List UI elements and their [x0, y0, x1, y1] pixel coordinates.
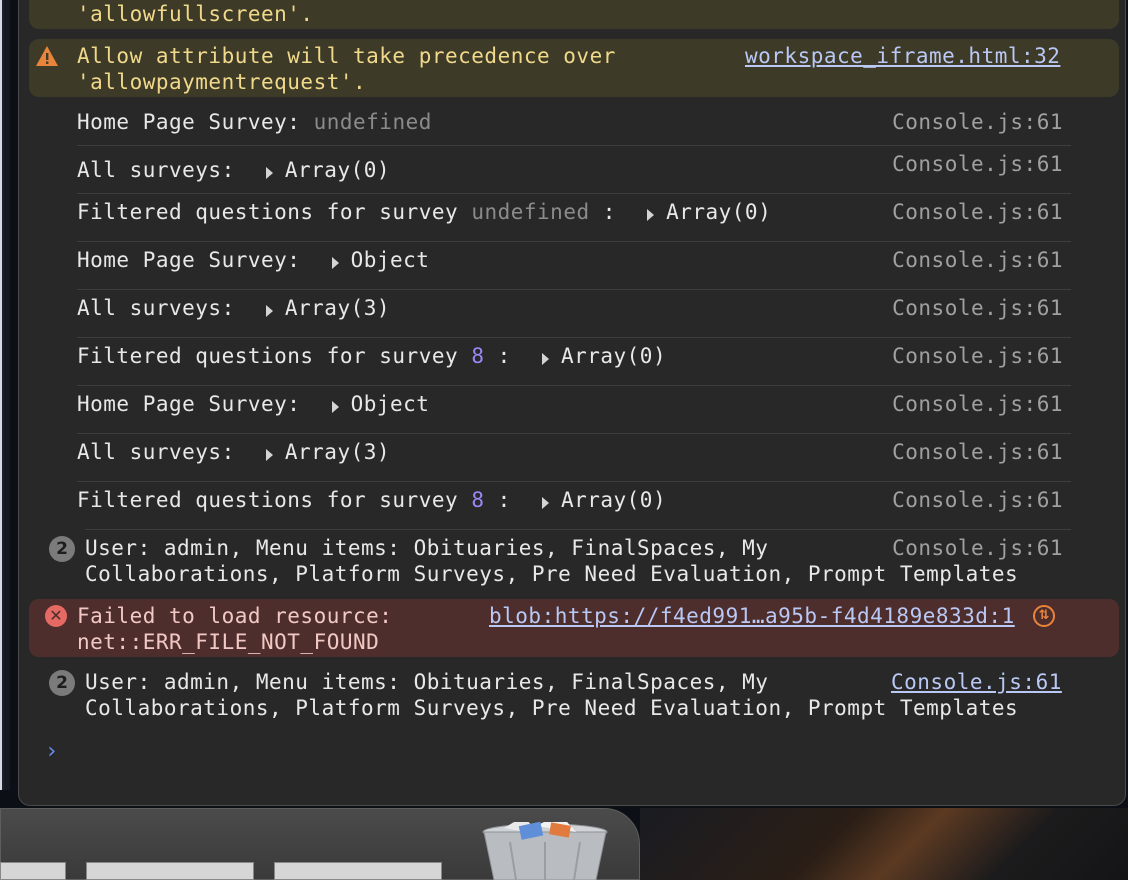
console-panel: 'allowfullscreen'. Allow attribute will …	[18, 0, 1126, 806]
error-line-1: Failed to load resource:	[77, 604, 393, 628]
expand-triangle-icon	[331, 401, 339, 413]
expand-triangle-icon	[265, 449, 273, 461]
expandable-value[interactable]: Array(3)	[265, 295, 390, 321]
log-source[interactable]: Console.js:61	[892, 535, 1063, 561]
log-divider	[77, 241, 1071, 242]
dock-window-thumbnail[interactable]	[0, 862, 66, 880]
repeat-count-badge: 2	[49, 536, 75, 562]
log-label: Filtered questions for survey	[77, 488, 459, 512]
grouped-log-line-2: Collaborations, Platform Surveys, Pre Ne…	[85, 696, 1019, 720]
expand-triangle-icon	[541, 353, 549, 365]
error-line-2: net::ERR_FILE_NOT_FOUND	[77, 630, 380, 654]
log-source[interactable]: Console.js:61	[892, 109, 1063, 135]
log-suffix: :	[602, 200, 616, 224]
log-source[interactable]: Console.js:61	[892, 391, 1063, 417]
expand-triangle-icon	[647, 209, 655, 221]
expandable-value[interactable]: Object	[331, 247, 430, 273]
expand-triangle-icon	[265, 305, 273, 317]
log-row: All surveys: Array(3) Console.js:61	[77, 295, 1071, 321]
log-source[interactable]: Console.js:61	[892, 247, 1063, 273]
left-window-edge	[0, 0, 10, 790]
log-divider	[77, 481, 1071, 482]
error-icon: ✕	[45, 605, 67, 627]
warning-icon	[36, 46, 58, 66]
log-divider	[85, 529, 1071, 530]
log-label: Home Page Survey:	[77, 392, 301, 416]
log-divider	[77, 385, 1071, 386]
expandable-value[interactable]: Array(0)	[265, 157, 390, 183]
log-label: All surveys:	[77, 158, 235, 182]
log-source-link[interactable]: Console.js:61	[891, 669, 1062, 695]
upload-icon[interactable]: ⇅	[1033, 605, 1055, 627]
grouped-log-line-2: Collaborations, Platform Surveys, Pre Ne…	[85, 562, 1019, 586]
log-number-value: 8	[471, 344, 485, 368]
left-window-highlight	[0, 0, 2, 790]
log-row: Home Page Survey: Object Console.js:61	[77, 391, 1071, 417]
log-divider	[77, 145, 1071, 146]
expandable-value[interactable]: Array(0)	[541, 343, 666, 369]
warning-line-2: 'allowpaymentrequest'.	[77, 70, 367, 94]
log-label: Home Page Survey:	[77, 248, 301, 272]
log-row: All surveys: Array(0) Console.js:61	[77, 151, 1071, 183]
prompt-chevron-icon[interactable]: ›	[45, 739, 58, 764]
log-row: Home Page Survey: undefined Console.js:6…	[77, 109, 1071, 135]
grouped-log-line-1: User: admin, Menu items: Obituaries, Fin…	[85, 536, 769, 560]
log-divider	[77, 289, 1071, 290]
trash-icon[interactable]	[480, 822, 610, 880]
log-row: Filtered questions for survey undefined …	[77, 199, 1071, 225]
log-divider	[77, 337, 1071, 338]
log-label: Home Page Survey:	[77, 110, 301, 134]
repeat-count-badge: 2	[49, 670, 75, 696]
grouped-log-line-1: User: admin, Menu items: Obituaries, Fin…	[85, 670, 769, 694]
log-muted-value: undefined	[471, 200, 590, 224]
error-source-link[interactable]: blob:https://f4ed991…a95b-f4d4189e833d:1	[489, 603, 1015, 629]
log-suffix: :	[497, 488, 511, 512]
log-row: All surveys: Array(3) Console.js:61	[77, 439, 1071, 465]
dock-window-thumbnail[interactable]	[274, 862, 442, 880]
log-row: Filtered questions for survey 8 : Array(…	[77, 343, 1071, 369]
expandable-value[interactable]: Array(3)	[265, 439, 390, 465]
log-row: Filtered questions for survey 8 : Array(…	[77, 487, 1071, 513]
log-number-value: 8	[471, 488, 485, 512]
log-label: Filtered questions for survey	[77, 344, 459, 368]
log-label: All surveys:	[77, 296, 235, 320]
expandable-value[interactable]: Array(0)	[647, 199, 771, 225]
expandable-value[interactable]: Object	[331, 391, 430, 417]
log-muted-value: undefined	[313, 110, 432, 134]
log-divider	[77, 193, 1071, 194]
log-source[interactable]: Console.js:61	[892, 295, 1063, 321]
log-label: All surveys:	[77, 440, 235, 464]
expand-triangle-icon	[331, 257, 339, 269]
warning-line-1: Allow attribute will take precedence ove…	[77, 44, 616, 68]
warning-partial-text: 'allowfullscreen'.	[77, 2, 314, 26]
log-source[interactable]: Console.js:61	[892, 439, 1063, 465]
log-source[interactable]: Console.js:61	[892, 199, 1063, 225]
log-row: Home Page Survey: Object Console.js:61	[77, 247, 1071, 273]
expandable-value[interactable]: Array(0)	[541, 487, 666, 513]
expand-triangle-icon	[265, 167, 273, 179]
dock-window-thumbnail[interactable]	[86, 862, 254, 880]
log-source[interactable]: Console.js:61	[892, 487, 1063, 513]
warning-source-link[interactable]: workspace_iframe.html:32	[745, 43, 1060, 69]
log-suffix: :	[497, 344, 511, 368]
log-divider	[77, 433, 1071, 434]
log-label: Filtered questions for survey	[77, 200, 459, 224]
expand-triangle-icon	[541, 497, 549, 509]
log-source[interactable]: Console.js:61	[892, 343, 1063, 369]
log-source[interactable]: Console.js:61	[892, 151, 1063, 177]
desktop-wallpaper	[640, 808, 1128, 880]
